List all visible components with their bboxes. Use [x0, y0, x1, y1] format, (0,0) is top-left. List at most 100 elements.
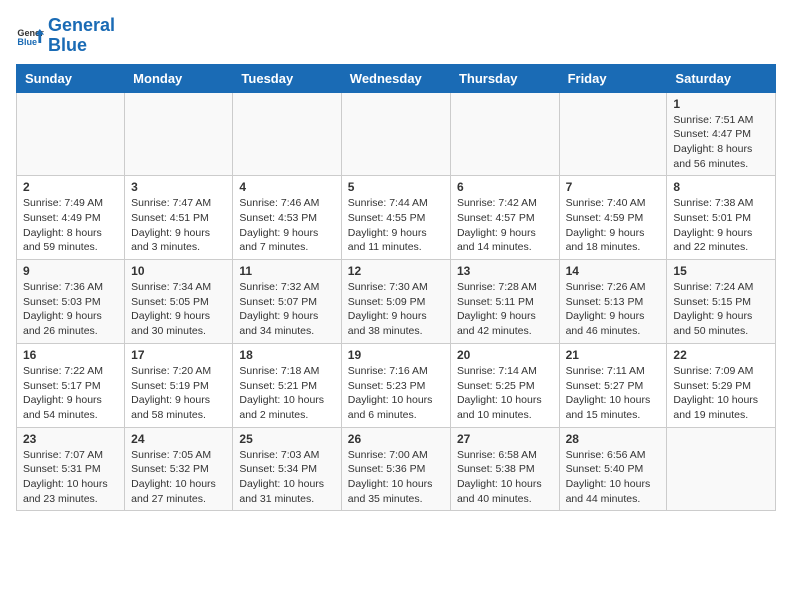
calendar-day-20: 20 Sunrise: 7:14 AM Sunset: 5:25 PM Dayli… [450, 343, 559, 427]
calendar-day-3: 3 Sunrise: 7:47 AM Sunset: 4:51 PM Daylig… [125, 176, 233, 260]
day-number: 9 [23, 264, 118, 278]
calendar-day-9: 9 Sunrise: 7:36 AM Sunset: 5:03 PM Daylig… [17, 260, 125, 344]
day-number: 5 [348, 180, 444, 194]
day-number: 28 [566, 432, 661, 446]
day-number: 16 [23, 348, 118, 362]
day-number: 19 [348, 348, 444, 362]
day-info: Sunrise: 7:34 AM Sunset: 5:05 PM Dayligh… [131, 280, 226, 339]
day-info: Sunrise: 7:14 AM Sunset: 5:25 PM Dayligh… [457, 364, 553, 423]
calendar-day-empty [450, 92, 559, 176]
calendar-day-empty [667, 427, 776, 511]
calendar-day-10: 10 Sunrise: 7:34 AM Sunset: 5:05 PM Dayli… [125, 260, 233, 344]
calendar-day-13: 13 Sunrise: 7:28 AM Sunset: 5:11 PM Dayli… [450, 260, 559, 344]
calendar-week-row: 16 Sunrise: 7:22 AM Sunset: 5:17 PM Dayli… [17, 343, 776, 427]
calendar-day-8: 8 Sunrise: 7:38 AM Sunset: 5:01 PM Daylig… [667, 176, 776, 260]
col-header-saturday: Saturday [667, 64, 776, 92]
calendar-day-5: 5 Sunrise: 7:44 AM Sunset: 4:55 PM Daylig… [341, 176, 450, 260]
day-info: Sunrise: 7:09 AM Sunset: 5:29 PM Dayligh… [673, 364, 769, 423]
calendar-day-15: 15Sunrise: 7:24 AM Sunset: 5:15 PM Dayli… [667, 260, 776, 344]
day-number: 25 [239, 432, 334, 446]
day-info: Sunrise: 7:11 AM Sunset: 5:27 PM Dayligh… [566, 364, 661, 423]
day-info: Sunrise: 7:42 AM Sunset: 4:57 PM Dayligh… [457, 196, 553, 255]
day-number: 20 [457, 348, 553, 362]
calendar-day-18: 18 Sunrise: 7:18 AM Sunset: 5:21 PM Dayli… [233, 343, 341, 427]
col-header-wednesday: Wednesday [341, 64, 450, 92]
calendar-day-28: 28 Sunrise: 6:56 AM Sunset: 5:40 PM Dayli… [559, 427, 667, 511]
day-info: Sunrise: 7:32 AM Sunset: 5:07 PM Dayligh… [239, 280, 334, 339]
calendar-day-6: 6 Sunrise: 7:42 AM Sunset: 4:57 PM Daylig… [450, 176, 559, 260]
day-number: 11 [239, 264, 334, 278]
day-info: Sunrise: 7:22 AM Sunset: 5:17 PM Dayligh… [23, 364, 118, 423]
calendar-day-empty [341, 92, 450, 176]
day-info: Sunrise: 6:56 AM Sunset: 5:40 PM Dayligh… [566, 448, 661, 507]
day-info: Sunrise: 6:58 AM Sunset: 5:38 PM Dayligh… [457, 448, 553, 507]
calendar-day-27: 27 Sunrise: 6:58 AM Sunset: 5:38 PM Dayli… [450, 427, 559, 511]
calendar-day-25: 25 Sunrise: 7:03 AM Sunset: 5:34 PM Dayli… [233, 427, 341, 511]
calendar-day-14: 14Sunrise: 7:26 AM Sunset: 5:13 PM Dayli… [559, 260, 667, 344]
day-info: Sunrise: 7:20 AM Sunset: 5:19 PM Dayligh… [131, 364, 226, 423]
calendar-week-row: 2Sunrise: 7:49 AM Sunset: 4:49 PM Daylig… [17, 176, 776, 260]
day-info: Sunrise: 7:18 AM Sunset: 5:21 PM Dayligh… [239, 364, 334, 423]
calendar-day-12: 12Sunrise: 7:30 AM Sunset: 5:09 PM Dayli… [341, 260, 450, 344]
day-number: 22 [673, 348, 769, 362]
calendar-day-1: 1Sunrise: 7:51 AM Sunset: 4:47 PM Daylig… [667, 92, 776, 176]
logo-icon: General Blue [16, 22, 44, 50]
calendar-day-23: 23 Sunrise: 7:07 AM Sunset: 5:31 PM Dayli… [17, 427, 125, 511]
calendar-day-empty [17, 92, 125, 176]
calendar-day-17: 17 Sunrise: 7:20 AM Sunset: 5:19 PM Dayli… [125, 343, 233, 427]
day-number: 10 [131, 264, 226, 278]
day-number: 24 [131, 432, 226, 446]
calendar-week-row: 1Sunrise: 7:51 AM Sunset: 4:47 PM Daylig… [17, 92, 776, 176]
logo: General Blue General Blue [16, 16, 115, 56]
day-number: 26 [348, 432, 444, 446]
day-info: Sunrise: 7:44 AM Sunset: 4:55 PM Dayligh… [348, 196, 444, 255]
day-number: 12 [348, 264, 444, 278]
col-header-thursday: Thursday [450, 64, 559, 92]
day-info: Sunrise: 7:00 AM Sunset: 5:36 PM Dayligh… [348, 448, 444, 507]
day-number: 27 [457, 432, 553, 446]
calendar-day-7: 7 Sunrise: 7:40 AM Sunset: 4:59 PM Daylig… [559, 176, 667, 260]
day-number: 7 [566, 180, 661, 194]
col-header-tuesday: Tuesday [233, 64, 341, 92]
day-info: Sunrise: 7:47 AM Sunset: 4:51 PM Dayligh… [131, 196, 226, 255]
calendar-day-empty [233, 92, 341, 176]
day-number: 2 [23, 180, 118, 194]
col-header-monday: Monday [125, 64, 233, 92]
calendar-day-4: 4 Sunrise: 7:46 AM Sunset: 4:53 PM Daylig… [233, 176, 341, 260]
calendar-day-19: 19 Sunrise: 7:16 AM Sunset: 5:23 PM Dayli… [341, 343, 450, 427]
calendar-day-empty [125, 92, 233, 176]
day-info: Sunrise: 7:46 AM Sunset: 4:53 PM Dayligh… [239, 196, 334, 255]
col-header-sunday: Sunday [17, 64, 125, 92]
day-info: Sunrise: 7:26 AM Sunset: 5:13 PM Dayligh… [566, 280, 661, 339]
day-number: 1 [673, 97, 769, 111]
day-info: Sunrise: 7:16 AM Sunset: 5:23 PM Dayligh… [348, 364, 444, 423]
calendar-day-21: 21Sunrise: 7:11 AM Sunset: 5:27 PM Dayli… [559, 343, 667, 427]
day-info: Sunrise: 7:05 AM Sunset: 5:32 PM Dayligh… [131, 448, 226, 507]
day-number: 6 [457, 180, 553, 194]
logo-text: General Blue [48, 16, 115, 56]
day-info: Sunrise: 7:07 AM Sunset: 5:31 PM Dayligh… [23, 448, 118, 507]
day-number: 15 [673, 264, 769, 278]
day-info: Sunrise: 7:03 AM Sunset: 5:34 PM Dayligh… [239, 448, 334, 507]
day-info: Sunrise: 7:38 AM Sunset: 5:01 PM Dayligh… [673, 196, 769, 255]
calendar-table: SundayMondayTuesdayWednesdayThursdayFrid… [16, 64, 776, 512]
day-info: Sunrise: 7:36 AM Sunset: 5:03 PM Dayligh… [23, 280, 118, 339]
day-number: 13 [457, 264, 553, 278]
day-info: Sunrise: 7:28 AM Sunset: 5:11 PM Dayligh… [457, 280, 553, 339]
calendar-day-26: 26 Sunrise: 7:00 AM Sunset: 5:36 PM Dayli… [341, 427, 450, 511]
day-number: 23 [23, 432, 118, 446]
day-number: 17 [131, 348, 226, 362]
day-number: 3 [131, 180, 226, 194]
calendar-day-16: 16 Sunrise: 7:22 AM Sunset: 5:17 PM Dayli… [17, 343, 125, 427]
calendar-day-22: 22 Sunrise: 7:09 AM Sunset: 5:29 PM Dayli… [667, 343, 776, 427]
calendar-day-11: 11 Sunrise: 7:32 AM Sunset: 5:07 PM Dayli… [233, 260, 341, 344]
day-number: 4 [239, 180, 334, 194]
page-header: General Blue General Blue [16, 16, 776, 56]
calendar-day-24: 24 Sunrise: 7:05 AM Sunset: 5:32 PM Dayli… [125, 427, 233, 511]
day-info: Sunrise: 7:40 AM Sunset: 4:59 PM Dayligh… [566, 196, 661, 255]
calendar-week-row: 9 Sunrise: 7:36 AM Sunset: 5:03 PM Daylig… [17, 260, 776, 344]
day-number: 8 [673, 180, 769, 194]
col-header-friday: Friday [559, 64, 667, 92]
day-number: 18 [239, 348, 334, 362]
calendar-day-empty [559, 92, 667, 176]
